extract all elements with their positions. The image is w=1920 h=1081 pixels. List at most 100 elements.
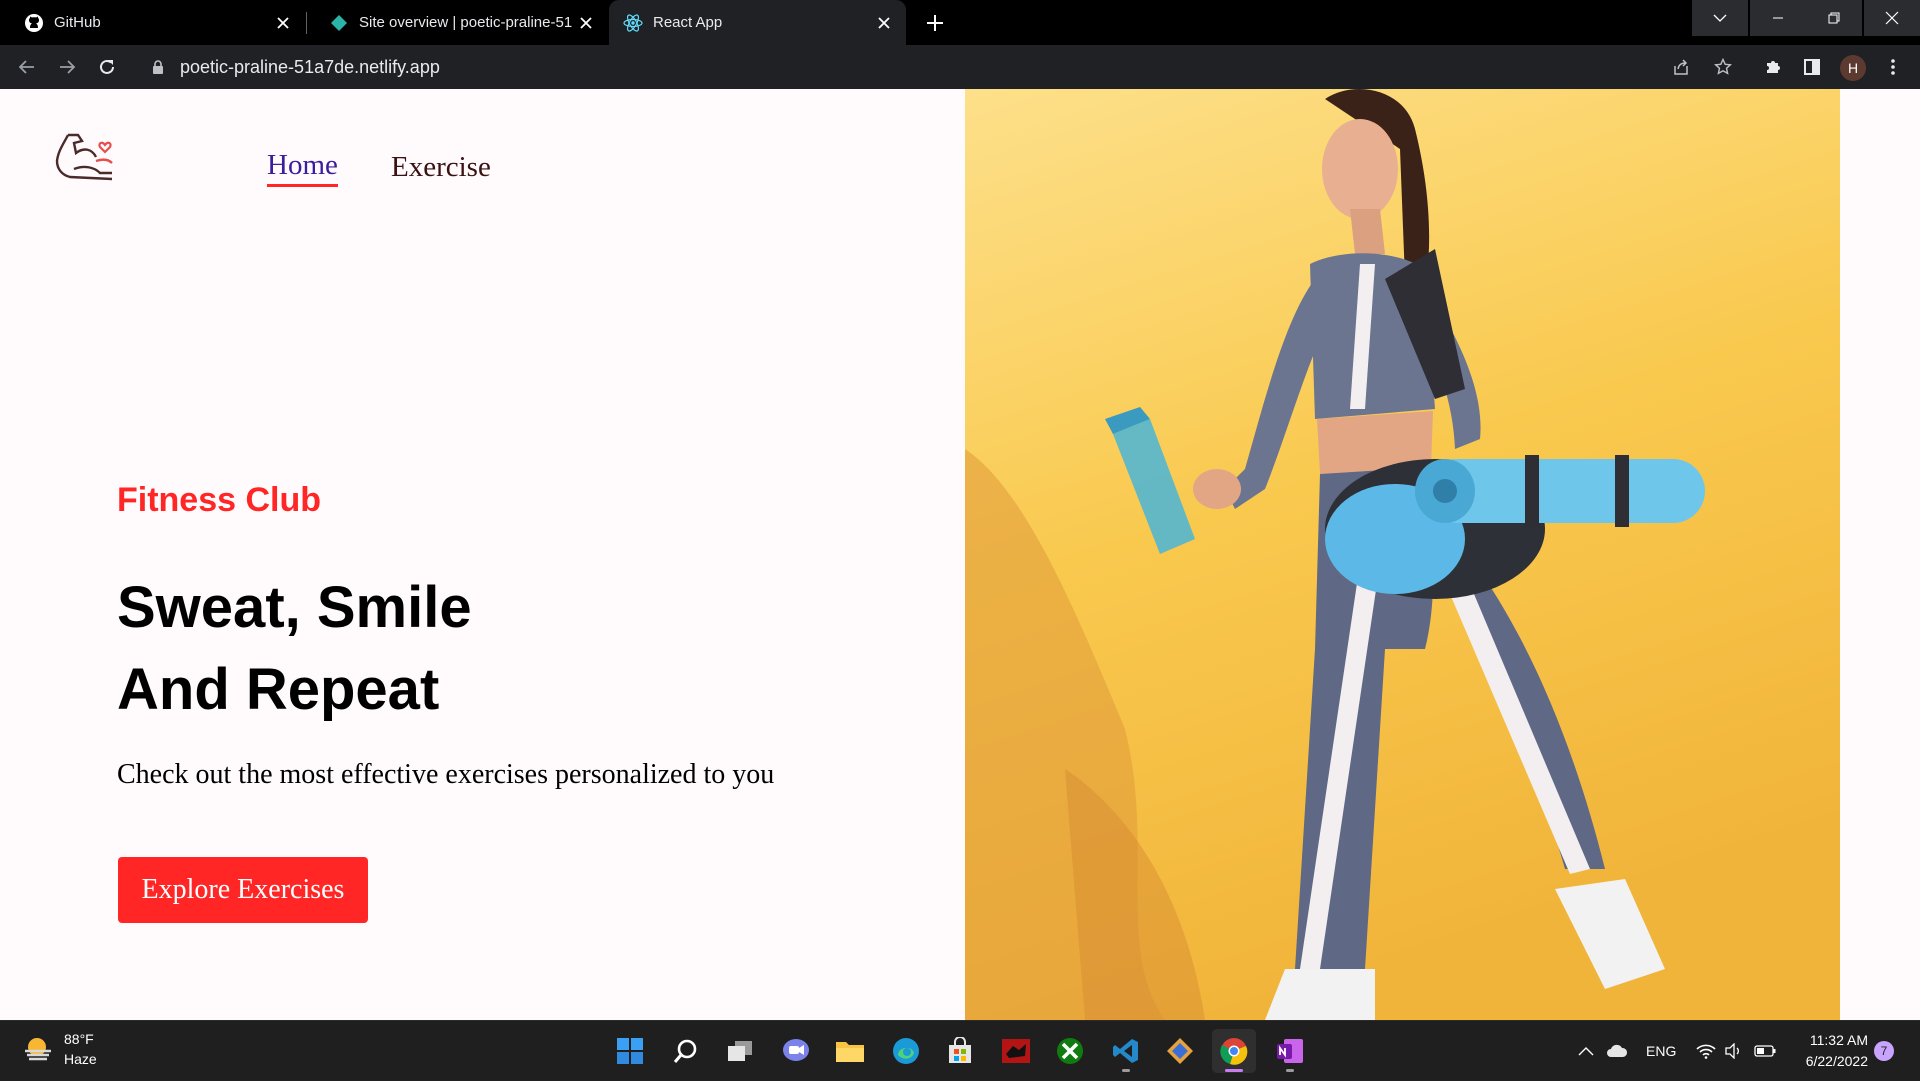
back-button[interactable] [12, 52, 42, 82]
chevron-up-icon [1578, 1047, 1594, 1056]
tab-github[interactable]: GitHub [0, 0, 305, 45]
running-indicator [1122, 1069, 1130, 1072]
nav-home-link[interactable]: Home [267, 149, 338, 187]
edge-icon [893, 1038, 919, 1064]
windows-taskbar: 88°F Haze ENG 11:32 AM 6/22/2022 7 [0, 1020, 1920, 1080]
file-explorer-icon [836, 1042, 864, 1062]
close-tab-icon[interactable] [870, 9, 898, 37]
weather-widget[interactable]: 88°F Haze [22, 1029, 97, 1069]
hero-title-line: And Repeat [117, 657, 440, 722]
battery-icon[interactable] [1754, 1021, 1776, 1081]
bookmark-button[interactable] [1708, 52, 1738, 82]
tab-netlify[interactable]: Site overview | poetic-praline-51a7de [305, 0, 608, 45]
close-icon [1885, 11, 1899, 25]
restore-button[interactable] [1806, 0, 1862, 36]
git-icon [1167, 1038, 1193, 1064]
task-view-button[interactable] [718, 1029, 762, 1073]
menu-button[interactable] [1878, 52, 1908, 82]
tab-title: Site overview | poetic-praline-51a7de [359, 14, 572, 31]
reload-icon [100, 59, 114, 74]
restore-icon [1828, 12, 1840, 24]
forward-button[interactable] [52, 52, 82, 82]
running-indicator [1286, 1069, 1294, 1072]
system-clock[interactable]: 11:32 AM 6/22/2022 [1788, 1030, 1868, 1072]
notification-badge[interactable]: 7 [1874, 1041, 1894, 1061]
logo-icon[interactable] [54, 129, 116, 185]
url-text: poetic-praline-51a7de.netlify.app [180, 56, 440, 77]
hero-description: Check out the most effective exercises p… [117, 759, 775, 790]
hero-banner-image [965, 89, 1840, 1020]
game-icon [1002, 1039, 1030, 1063]
web-page: Home Exercise Fitness Club Sweat, Smile … [0, 89, 1920, 1020]
new-tab-button[interactable] [920, 8, 950, 38]
edge-button[interactable] [884, 1029, 928, 1073]
extensions-button[interactable] [1758, 52, 1788, 82]
star-icon [1714, 58, 1732, 75]
arrow-right-icon [60, 60, 76, 74]
weather-temperature: 88°F [64, 1031, 94, 1047]
search-button[interactable] [664, 1029, 708, 1073]
close-window-button[interactable] [1864, 0, 1920, 36]
game-button[interactable] [994, 1029, 1038, 1073]
onenote-button[interactable] [1268, 1029, 1312, 1073]
tab-search-button[interactable] [1692, 0, 1748, 36]
kebab-menu-icon [1891, 59, 1895, 75]
teams-chat-icon [783, 1039, 809, 1061]
chrome-button[interactable] [1212, 1029, 1256, 1073]
cloud-icon [1607, 1044, 1628, 1057]
xbox-button[interactable] [1048, 1029, 1092, 1073]
github-icon [24, 13, 44, 33]
vscode-icon [1113, 1039, 1138, 1063]
share-button[interactable] [1666, 52, 1696, 82]
chevron-down-icon [1713, 14, 1727, 22]
minimize-icon [1773, 17, 1783, 19]
side-panel-icon [1804, 59, 1820, 75]
nav-exercise-link[interactable]: Exercise [391, 151, 491, 184]
react-icon [623, 13, 643, 33]
active-indicator [1225, 1069, 1243, 1072]
minimize-button[interactable] [1750, 0, 1806, 36]
share-icon [1674, 59, 1688, 75]
file-explorer-button[interactable] [828, 1029, 872, 1073]
netlify-icon [329, 13, 349, 33]
close-tab-icon[interactable] [572, 9, 600, 37]
profile-avatar[interactable]: H [1840, 55, 1866, 81]
hero-title: Sweat, Smile And Repeat [117, 567, 472, 731]
onenote-icon [1277, 1039, 1303, 1063]
wifi-icon[interactable] [1696, 1021, 1716, 1081]
chrome-icon [1220, 1038, 1248, 1065]
weather-condition: Haze [64, 1051, 97, 1067]
show-hidden-icons-button[interactable] [1578, 1021, 1594, 1081]
xbox-icon [1057, 1038, 1083, 1064]
volume-icon[interactable] [1724, 1021, 1742, 1081]
explore-exercises-button[interactable]: Explore Exercises [118, 857, 368, 923]
tab-title: React App [653, 14, 723, 31]
store-button[interactable] [938, 1029, 982, 1073]
hero-subtitle: Fitness Club [117, 481, 322, 519]
address-bar[interactable]: poetic-praline-51a7de.netlify.app [136, 50, 1746, 84]
tab-react-app[interactable]: React App [609, 0, 906, 45]
git-button[interactable] [1158, 1029, 1202, 1073]
start-button[interactable] [608, 1029, 652, 1073]
lock-icon [150, 59, 166, 75]
close-tab-icon[interactable] [269, 9, 297, 37]
task-view-icon [728, 1041, 752, 1061]
hero-title-line: Sweat, Smile [117, 575, 472, 640]
search-icon [673, 1039, 697, 1063]
tab-title: GitHub [54, 14, 101, 31]
arrow-left-icon [18, 60, 34, 74]
clock-date: 6/22/2022 [1805, 1053, 1868, 1069]
clock-time: 11:32 AM [1809, 1032, 1868, 1048]
store-icon [949, 1037, 971, 1063]
side-panel-button[interactable] [1797, 52, 1827, 82]
onedrive-button[interactable] [1606, 1021, 1628, 1081]
browser-toolbar: poetic-praline-51a7de.netlify.app H [0, 45, 1920, 89]
vscode-button[interactable] [1104, 1029, 1148, 1073]
language-indicator[interactable]: ENG [1646, 1021, 1676, 1081]
reload-button[interactable] [92, 52, 122, 82]
weather-haze-icon [25, 1038, 51, 1061]
teams-chat-button[interactable] [774, 1029, 818, 1073]
plus-icon [927, 15, 943, 31]
puzzle-icon [1767, 61, 1780, 73]
start-icon [617, 1038, 643, 1064]
